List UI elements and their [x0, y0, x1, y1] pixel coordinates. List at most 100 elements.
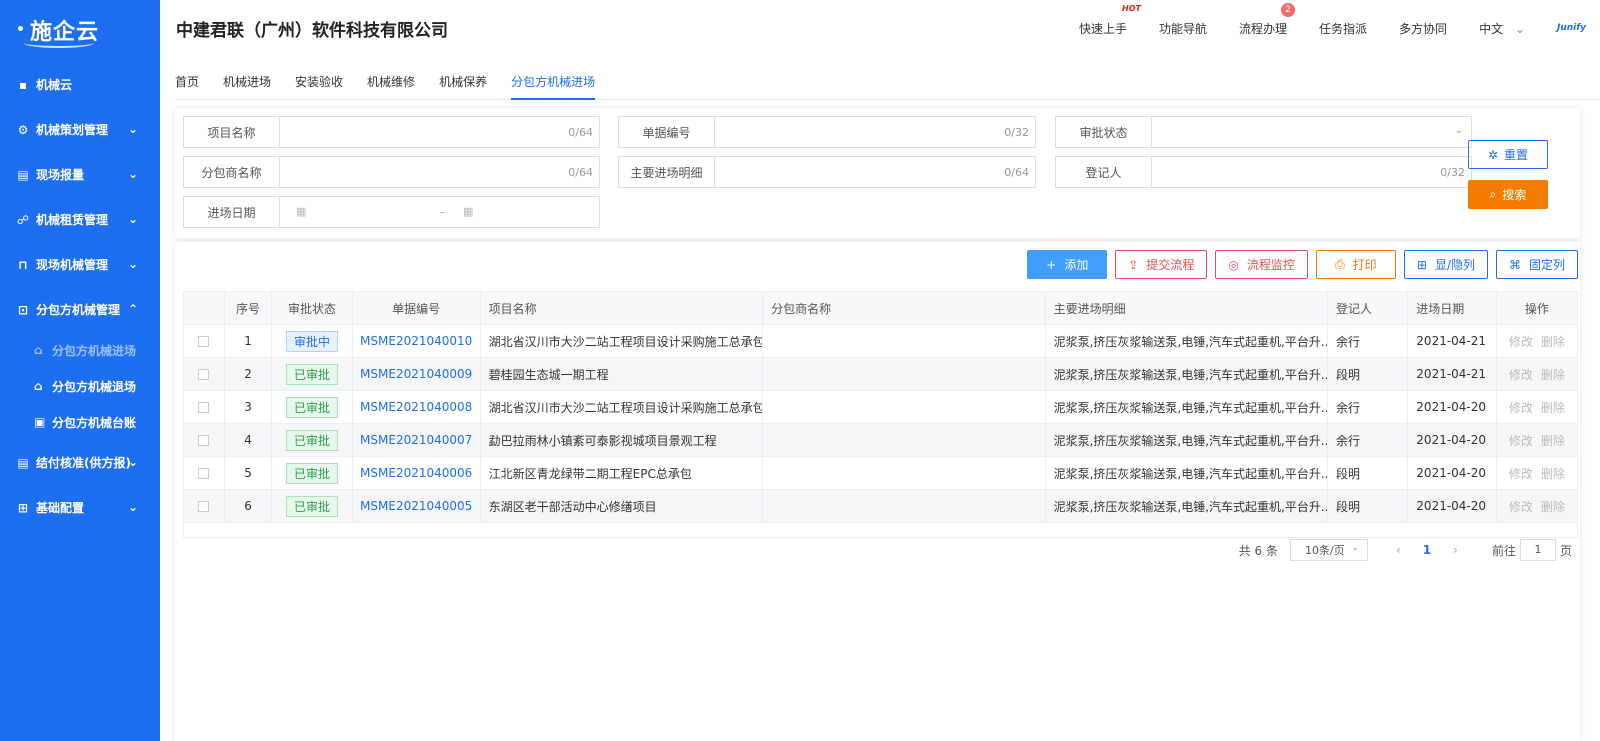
- page-number[interactable]: 1: [1423, 543, 1431, 557]
- col-header-doc: 单据编号: [351, 291, 481, 325]
- cell-subcontractor: [762, 456, 1046, 490]
- tab-repair[interactable]: 机械维修: [367, 56, 415, 100]
- delete-button[interactable]: 删除: [1541, 368, 1565, 382]
- char-count: 0/64: [568, 126, 593, 139]
- edit-button[interactable]: 修改: [1509, 401, 1533, 415]
- reset-icon: ✲: [1487, 147, 1499, 162]
- cell-no: 3: [223, 390, 273, 424]
- logo: • 施企云: [0, 0, 160, 60]
- entry-date-range[interactable]: ▦ - ▦: [280, 197, 599, 227]
- sidebar-item-site-machinery[interactable]: ⊓ 现场机械管理 ⌄: [0, 242, 160, 287]
- goto-page-input[interactable]: 1: [1519, 539, 1556, 561]
- table-row[interactable]: 5 已审批 MSME2021040006 江北新区青龙绿带二期工程EPC总承包 泥浆泵,…: [183, 456, 1579, 490]
- cell-date: 2021-04-20: [1407, 489, 1497, 523]
- sidebar-sub-entry[interactable]: ⌂ 分包方机械进场: [0, 332, 160, 368]
- edit-button[interactable]: 修改: [1509, 434, 1533, 448]
- row-checkbox[interactable]: [198, 501, 210, 512]
- sidebar-item-site-report[interactable]: ▤ 现场报量 ⌄: [0, 152, 160, 197]
- cell-detail: 泥浆泵,挤压灰浆输送泵,电锤,汽车式起重机,平台升...: [1044, 456, 1329, 490]
- delete-button[interactable]: 删除: [1541, 500, 1565, 514]
- registrant-input[interactable]: 0/32: [1152, 157, 1471, 187]
- main-content: 首页 机械进场 安装验收 机械维修 机械保养 分包方机械进场 项目名称 0/64…: [160, 56, 1600, 741]
- sidebar-item-settlement[interactable]: ▤ 结付核准(供方报) ⌄: [0, 440, 160, 485]
- doc-number-link[interactable]: MSME2021040007: [360, 433, 472, 447]
- delete-button[interactable]: 删除: [1541, 467, 1565, 481]
- submit-flow-button[interactable]: ⇪ 提交流程: [1115, 250, 1208, 279]
- table-row[interactable]: 1 审批中 MSME2021040010 湖北省汉川市大沙二站工程项目设计采购施工总承…: [183, 324, 1579, 358]
- page-size-select[interactable]: 10条/页 ⌄: [1289, 539, 1368, 561]
- delete-button[interactable]: 删除: [1541, 401, 1565, 415]
- tab-home[interactable]: 首页: [175, 56, 199, 100]
- sidebar-item-machinery-cloud[interactable]: ▪ 机械云: [0, 62, 160, 107]
- cell-actions: 修改 删除: [1495, 423, 1579, 457]
- quick-start-link[interactable]: 快速上手 HOT: [1079, 4, 1141, 37]
- reset-button[interactable]: ✲ 重置: [1468, 140, 1548, 169]
- task-assign-link[interactable]: 任务指派: [1319, 20, 1367, 37]
- table-row[interactable]: 2 已审批 MSME2021040009 碧桂园生态城一期工程 泥浆泵,挤压灰浆输送泵,…: [183, 357, 1579, 391]
- edit-button[interactable]: 修改: [1509, 335, 1533, 349]
- doc-number-link[interactable]: MSME2021040008: [360, 400, 472, 414]
- add-button[interactable]: + 添加: [1027, 250, 1108, 279]
- row-checkbox[interactable]: [198, 336, 210, 347]
- cell-status: 已审批: [271, 390, 353, 424]
- field-label: 审批状态: [1056, 117, 1152, 147]
- table-row[interactable]: 6 已审批 MSME2021040005 东湖区老干部活动中心修缮项目 泥浆泵,挤压灰浆…: [183, 489, 1579, 523]
- language-select[interactable]: 中文 ⌄: [1479, 20, 1525, 37]
- collaboration-link[interactable]: 多方协同: [1399, 20, 1447, 37]
- process-link[interactable]: 流程办理 2: [1239, 2, 1296, 37]
- tab-machinery-entry[interactable]: 机械进场: [223, 56, 271, 100]
- search-button[interactable]: ⌕ 搜索: [1468, 180, 1548, 209]
- print-button[interactable]: ⎙ 打印: [1315, 250, 1396, 279]
- tab-install-acceptance[interactable]: 安装验收: [295, 56, 343, 100]
- subcontractor-input[interactable]: 0/64: [280, 157, 599, 187]
- prev-page-icon[interactable]: ‹: [1396, 543, 1401, 557]
- pagination: 共 6 条 10条/页 ⌄ ‹ 1 › 前往 1 页: [1239, 539, 1572, 561]
- sidebar-sub-ledger[interactable]: ▣ 分包方机械台账: [0, 404, 160, 440]
- delete-button[interactable]: 删除: [1541, 434, 1565, 448]
- detail-input[interactable]: 0/64: [715, 157, 1035, 187]
- sidebar-item-config[interactable]: ⊞ 基础配置 ⌄: [0, 485, 160, 530]
- cell-detail: 泥浆泵,挤压灰浆输送泵,电锤,汽车式起重机,平台升...: [1044, 324, 1329, 358]
- tab-subcontractor-entry[interactable]: 分包方机械进场: [511, 56, 596, 100]
- monitor-flow-button[interactable]: ◎ 流程监控: [1215, 250, 1308, 279]
- project-name-input[interactable]: 0/64: [280, 117, 599, 147]
- table-row[interactable]: 3 已审批 MSME2021040008 湖北省汉川市大沙二站工程项目设计采购施工总承…: [183, 390, 1579, 424]
- field-label: 登记人: [1056, 157, 1152, 187]
- cell-detail: 泥浆泵,挤压灰浆输送泵,电锤,汽车式起重机,平台升...: [1044, 390, 1329, 424]
- header: 中建君联（广州）软件科技有限公司 快速上手 HOT 功能导航 流程办理 2 任务…: [160, 0, 1600, 56]
- sidebar-item-planning[interactable]: ⚙ 机械策划管理 ⌄: [0, 107, 160, 152]
- delete-button[interactable]: 删除: [1541, 335, 1565, 349]
- page-unit-label: 页: [1559, 543, 1572, 558]
- field-label: 单据编号: [619, 117, 715, 147]
- show-hide-columns-button[interactable]: ⊞ 显/隐列: [1403, 250, 1488, 279]
- edit-button[interactable]: 修改: [1509, 467, 1533, 481]
- sidebar-item-label: 机械云: [36, 78, 73, 92]
- pin-icon: ⌘: [1508, 257, 1521, 272]
- row-checkbox[interactable]: [198, 435, 210, 446]
- chevron-down-icon: ⌄: [127, 257, 138, 271]
- table-row[interactable]: 4 已审批 MSME2021040007 勐巴拉雨林小镇紊可泰影视城项目景观工程 泥浆泵…: [183, 423, 1579, 457]
- doc-no-input[interactable]: 0/32: [715, 117, 1035, 147]
- row-checkbox[interactable]: [198, 369, 210, 380]
- approval-status-select[interactable]: ⌄: [1152, 117, 1471, 147]
- sidebar-item-subcontractor[interactable]: ⊡ 分包方机械管理 ⌃: [0, 287, 160, 332]
- doc-number-link[interactable]: MSME2021040005: [360, 499, 472, 513]
- function-nav-link[interactable]: 功能导航: [1159, 20, 1207, 37]
- doc-number-link[interactable]: MSME2021040006: [360, 466, 472, 480]
- row-checkbox[interactable]: [198, 402, 210, 413]
- doc-number-link[interactable]: MSME2021040009: [360, 367, 472, 381]
- row-checkbox[interactable]: [198, 468, 210, 479]
- sidebar-sub-exit[interactable]: ⌂ 分包方机械退场: [0, 368, 160, 404]
- search-icon: ⌕: [1489, 187, 1497, 201]
- sidebar-sub-label: 分包方机械退场: [52, 379, 137, 394]
- cell-date: 2021-04-20: [1407, 456, 1497, 490]
- chevron-down-icon: ⌄: [127, 500, 138, 514]
- row-checkbox-cell: [183, 324, 225, 358]
- edit-button[interactable]: 修改: [1509, 368, 1533, 382]
- next-page-icon[interactable]: ›: [1453, 543, 1458, 557]
- edit-button[interactable]: 修改: [1509, 500, 1533, 514]
- sidebar-item-leasing[interactable]: ☍ 机械租赁管理 ⌄: [0, 197, 160, 242]
- doc-number-link[interactable]: MSME2021040010: [360, 334, 472, 348]
- tab-maintenance[interactable]: 机械保养: [439, 56, 487, 100]
- fix-column-button[interactable]: ⌘ 固定列: [1495, 250, 1578, 279]
